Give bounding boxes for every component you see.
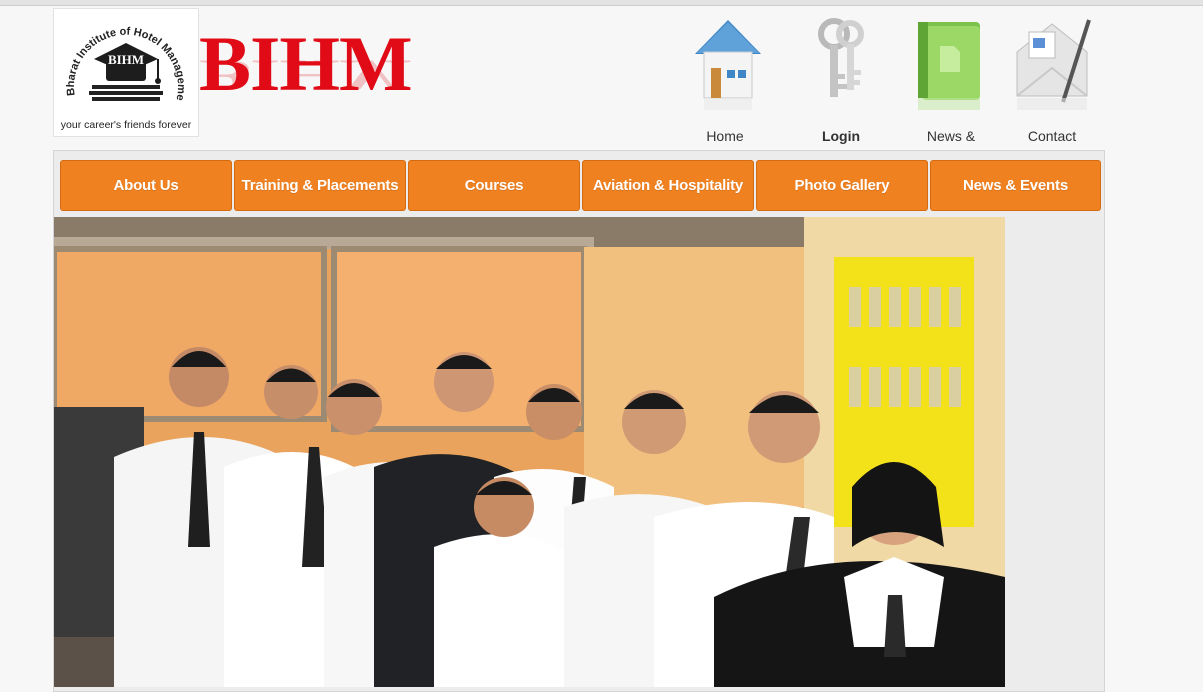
slideshow-image[interactable] [54,217,1005,687]
menu-courses[interactable]: Courses [408,160,580,211]
top-nav-home[interactable]: Home Us [683,8,773,163]
keys-icon [818,18,864,97]
top-nav-contact[interactable]: Contact [1007,8,1097,158]
green-folder-icon [918,22,980,110]
top-nav-login-label: Login [821,128,861,144]
main-menu: About Us Training & Placements Courses A… [60,160,1101,211]
logo-tagline: your career's friends forever [60,119,192,131]
institute-logo[interactable]: Bharat Institute of Hotel Management BIH… [53,8,199,137]
main-panel: About Us Training & Placements Courses A… [53,150,1105,692]
logo-emblem: Bharat Institute of Hotel Management BIH… [54,9,187,102]
top-nav-login[interactable]: Login [796,8,886,158]
top-nav-news[interactable]: News & Events [906,8,996,163]
mail-envelope-icon [1016,19,1091,110]
top-nav-contact-label: Contact [1027,128,1077,144]
svg-text:BIHM: BIHM [108,52,144,67]
menu-training-placements[interactable]: Training & Placements [234,160,406,211]
menu-photo-gallery[interactable]: Photo Gallery [756,160,928,211]
brand-reflection: BIHM [199,51,412,100]
menu-about-us[interactable]: About Us [60,160,232,211]
menu-news-events[interactable]: News & Events [930,160,1101,211]
menu-aviation-hospitality[interactable]: Aviation & Hospitality [582,160,754,211]
house-icon [695,20,761,110]
group-photo [54,217,1005,687]
browser-top-edge [0,0,1203,6]
